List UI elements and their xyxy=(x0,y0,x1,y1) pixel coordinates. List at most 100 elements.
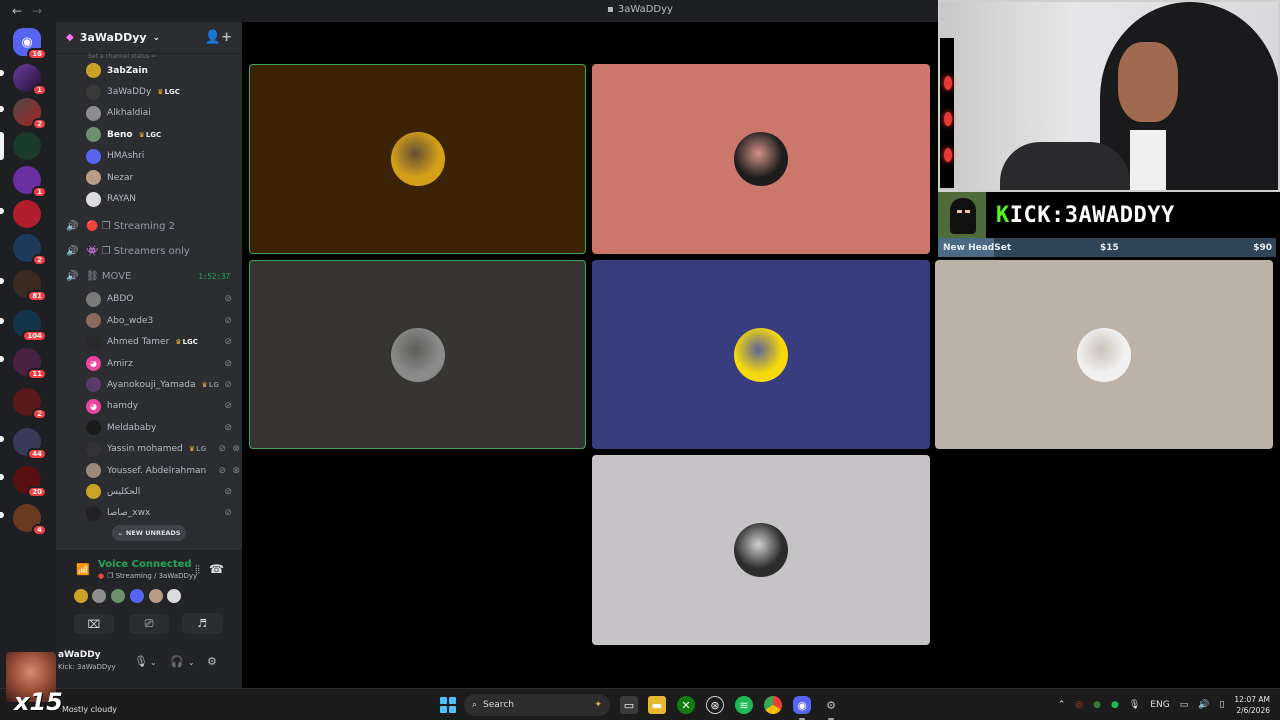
server-icon[interactable]: 2 xyxy=(13,98,47,130)
led-light xyxy=(944,112,952,126)
server-icon[interactable]: 1 xyxy=(13,64,47,96)
clan-tag: ♛ LGC xyxy=(157,88,180,96)
participant-tile[interactable] xyxy=(592,64,930,254)
share-screen-button[interactable]: ⎚ xyxy=(129,614,169,634)
server-folder-icon[interactable]: 81 xyxy=(13,270,47,302)
clock[interactable]: 12:07 AM 2/6/2026 xyxy=(1234,694,1270,716)
discord-home-icon[interactable]: ◉ 16 xyxy=(13,28,47,60)
participant-tile[interactable] xyxy=(592,260,930,449)
voice-channel-label[interactable]: ● ❐ Streaming / 3aWaDDyy xyxy=(98,572,197,580)
voice-member[interactable]: Nezar xyxy=(56,167,242,188)
chrome-icon[interactable] xyxy=(764,696,782,714)
donation-goal-bar: New HeadSet $15 $90 xyxy=(938,238,1276,257)
server-header[interactable]: ◆ 3aWaDDyy ⌄ 👤+ xyxy=(56,22,242,54)
spotify-icon[interactable]: ≋ xyxy=(735,696,753,714)
screen-share-icon: ⎚ xyxy=(144,617,154,630)
voice-member[interactable]: 3aWaDDy ♛ LGC xyxy=(56,81,242,102)
avatar xyxy=(86,313,101,329)
noise-suppression-icon[interactable]: ⦙⦙ xyxy=(195,563,200,577)
voice-member[interactable]: Yassin mohamed ♛ LG ⊘ ⊗ xyxy=(56,438,242,459)
xbox-icon[interactable]: ✕ xyxy=(677,696,695,714)
participant-tile[interactable] xyxy=(249,260,586,449)
server-folder-icon[interactable]: 20 xyxy=(13,466,47,498)
voice-member[interactable]: Youssef. Abdelrahman ⊘ ⊗ xyxy=(56,460,242,481)
chevron-up-icon[interactable]: ⌃ xyxy=(1058,700,1066,710)
member-name: Ayanokouji_Yamada xyxy=(107,379,196,390)
avatar xyxy=(86,505,101,521)
taskbar-search[interactable]: ⌕ Search ✦ xyxy=(464,694,610,716)
voice-member[interactable]: Beno ♛ LGC xyxy=(56,124,242,145)
battery-icon[interactable]: ▯ xyxy=(1219,700,1224,710)
server-folder-icon[interactable]: 2 xyxy=(13,234,47,266)
voice-members-top: 3abZain 3aWaDDy ♛ LGC Alkhaldiai Beno ♛ LG… xyxy=(56,60,242,210)
server-folder-icon[interactable]: 104 xyxy=(13,310,47,342)
task-view-icon[interactable]: ▭ xyxy=(620,696,638,714)
steam-icon[interactable]: ⊛ xyxy=(706,696,724,714)
weather-widget[interactable]: Mostly cloudy xyxy=(62,705,117,714)
server-folder-icon[interactable]: 44 xyxy=(13,428,47,460)
voice-member[interactable]: 3abZain xyxy=(56,60,242,81)
kick-k: K xyxy=(996,202,1010,228)
server-icon[interactable] xyxy=(13,200,41,228)
voice-member[interactable]: RAYAN xyxy=(56,188,242,209)
tray-app-icon[interactable]: ● xyxy=(1093,700,1101,710)
tray-app-icon[interactable]: ◎ xyxy=(1075,700,1083,710)
member-name: الحكليس xyxy=(107,486,141,497)
spotify-tray-icon[interactable]: ● xyxy=(1111,700,1119,710)
chevron-down-icon[interactable]: ⌄ xyxy=(188,658,195,667)
voice-member[interactable]: ◕ hamdy ⊘ xyxy=(56,396,242,417)
unread-badge: 44 xyxy=(27,448,47,460)
voice-status[interactable]: Voice Connected xyxy=(98,559,192,570)
discord-taskbar-icon[interactable]: ◉ xyxy=(793,696,811,720)
voice-member[interactable]: Abo_wde3 ⊘ xyxy=(56,310,242,331)
server-icon[interactable] xyxy=(13,132,41,160)
microphone-tray-icon[interactable]: 🎙 xyxy=(1129,700,1140,710)
headphones-icon[interactable]: 🎧 xyxy=(170,655,184,668)
avatar xyxy=(74,589,88,603)
file-explorer-icon[interactable]: ▬ xyxy=(648,696,666,714)
member-name: Abo_wde3 xyxy=(107,315,154,326)
voice-channel-move[interactable]: 🔊 ⛓ MOVE 1:52:37 xyxy=(56,264,242,289)
voice-channel-streamers-only[interactable]: 🔊 👾 ❐ Streamers only xyxy=(56,239,242,264)
gear-icon[interactable]: ⚙ xyxy=(207,655,217,668)
participant-avatar xyxy=(734,523,788,577)
language-indicator[interactable]: ENG xyxy=(1150,700,1169,710)
voice-member[interactable]: Ayanokouji_Yamada ♛ LG ⊘ xyxy=(56,374,242,395)
voice-member[interactable]: HMAshri xyxy=(56,146,242,167)
chevron-down-icon[interactable]: ⌄ xyxy=(150,658,157,667)
multiplier-badge: x15 xyxy=(14,688,63,716)
disconnect-icon[interactable]: ☎ xyxy=(209,562,224,576)
new-unreads-button[interactable]: ⌄ NEW UNREADS xyxy=(112,525,186,541)
participant-tile[interactable] xyxy=(249,64,586,254)
voice-member[interactable]: الحكليس ⊘ xyxy=(56,481,242,502)
avatar xyxy=(86,170,101,186)
add-member-icon[interactable]: 👤+ xyxy=(205,30,232,45)
voice-member[interactable]: صاصا_xwx ⊘ xyxy=(56,503,242,524)
monitor-icon[interactable]: ▭ xyxy=(1180,700,1189,710)
participant-tile[interactable] xyxy=(935,260,1273,449)
app-root: ← → ▪ 3aWaDDyy ◉ 16 1 2 1 2 81 104 11 2 … xyxy=(0,0,1280,720)
member-name: 3aWaDDy xyxy=(107,87,152,98)
start-button[interactable] xyxy=(440,697,456,713)
server-folder-icon[interactable]: 4 xyxy=(13,504,47,536)
microphone-icon[interactable]: 🎙 xyxy=(134,655,148,668)
voice-member[interactable]: Meldababy ⊘ xyxy=(56,417,242,438)
server-folder-icon[interactable]: 2 xyxy=(13,388,47,420)
avatar xyxy=(86,484,101,500)
soundboard-button[interactable]: ♬ xyxy=(182,613,222,633)
server-folder-icon[interactable]: 11 xyxy=(13,348,47,380)
signal-icon[interactable]: 📶 xyxy=(76,563,90,576)
voice-member[interactable]: Alkhaldiai xyxy=(56,103,242,124)
voice-member[interactable]: ◕ Amirz ⊘ xyxy=(56,353,242,374)
settings-taskbar-icon[interactable]: ⚙ xyxy=(822,696,840,720)
user-name[interactable]: aWaDDy xyxy=(58,650,101,660)
voice-channel-streaming-2[interactable]: 🔊 🔴 ❐ Streaming 2 xyxy=(56,214,242,239)
camera-button[interactable]: ⌧ xyxy=(74,614,114,634)
participant-tile[interactable] xyxy=(592,455,930,645)
voice-member[interactable]: ABDO ⊘ xyxy=(56,289,242,310)
voice-member[interactable]: Ahmed Tamer ♛ LGC ⊘ xyxy=(56,332,242,353)
ninja-avatar xyxy=(938,192,986,238)
volume-icon[interactable]: 🔊 xyxy=(1198,700,1209,710)
channel-name: 🔴 ❐ Streaming 2 xyxy=(86,220,175,232)
server-icon[interactable]: 1 xyxy=(13,166,47,198)
